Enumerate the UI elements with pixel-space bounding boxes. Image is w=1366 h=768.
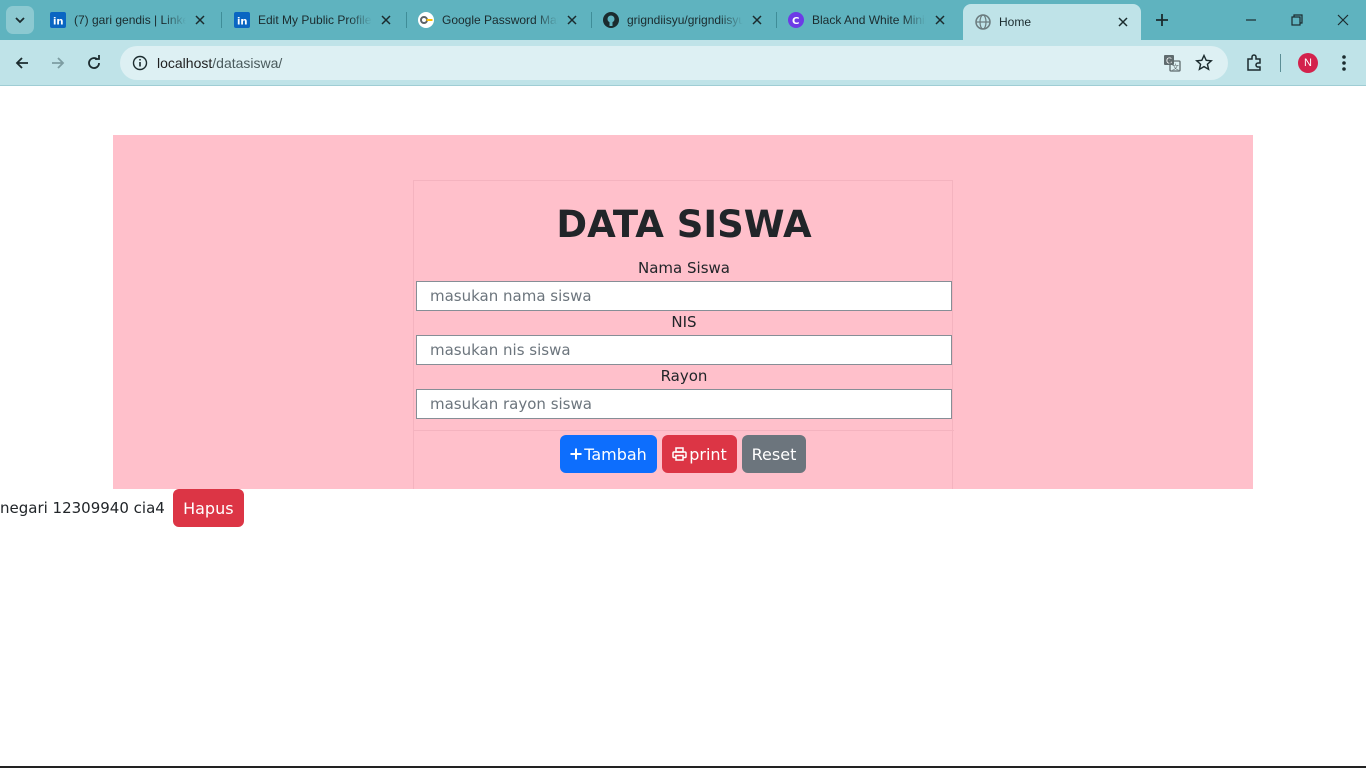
url-text[interactable]: localhost/datasiswa/ xyxy=(157,55,282,71)
tab-title: (7) gari gendis | LinkedIn xyxy=(74,13,186,27)
browser-tab[interactable]: grigndiisyu/grigndiisyu xyxy=(591,4,775,36)
page-title: DATA SISWA xyxy=(556,203,812,246)
tambah-button[interactable]: Tambah xyxy=(560,435,657,473)
browser-tab[interactable]: in Edit My Public Profile | LinkedIn xyxy=(222,4,404,36)
plus-icon xyxy=(570,448,582,460)
translate-icon[interactable]: G文 xyxy=(1160,51,1184,75)
linkedin-icon: in xyxy=(50,12,66,28)
form-card: DATA SISWA Nama Siswa NIS Rayon Tambah p… xyxy=(413,180,954,489)
url-path: /datasiswa/ xyxy=(212,55,283,71)
menu-kebab-icon[interactable] xyxy=(1328,47,1360,79)
minimize-icon xyxy=(1246,19,1256,21)
printer-icon xyxy=(672,447,687,461)
button-row-divider xyxy=(414,430,954,431)
page-viewport: DATA SISWA Nama Siswa NIS Rayon Tambah p… xyxy=(0,87,1366,766)
globe-icon xyxy=(975,14,991,30)
forward-button[interactable] xyxy=(42,47,74,79)
browser-tab[interactable]: Google Password Manager xyxy=(406,4,590,36)
print-button[interactable]: print xyxy=(662,435,737,473)
nama-siswa-label: Nama Siswa xyxy=(638,259,730,277)
nis-label: NIS xyxy=(671,313,697,331)
arrow-left-icon xyxy=(15,57,28,69)
restore-button[interactable] xyxy=(1274,0,1320,40)
arrow-right-icon xyxy=(52,57,65,69)
nama-siswa-input[interactable] xyxy=(416,281,952,311)
form-container: DATA SISWA Nama Siswa NIS Rayon Tambah p… xyxy=(113,135,1253,489)
svg-text:C: C xyxy=(792,16,799,27)
svg-text:文: 文 xyxy=(1172,63,1179,72)
hapus-button[interactable]: Hapus xyxy=(172,489,244,527)
svg-text:in: in xyxy=(53,17,64,28)
close-tab-icon[interactable] xyxy=(932,12,948,28)
url-host: localhost xyxy=(157,55,213,71)
close-window-button[interactable] xyxy=(1320,0,1366,40)
address-bar[interactable]: localhost/datasiswa/ G文 xyxy=(120,46,1228,80)
close-tab-icon[interactable] xyxy=(1115,14,1131,30)
reload-button[interactable] xyxy=(78,47,110,79)
browser-tab[interactable]: C Black And White Minimalist xyxy=(776,4,958,36)
tab-search-button[interactable] xyxy=(6,6,34,34)
plus-icon xyxy=(1156,14,1168,26)
tab-title: Home xyxy=(999,15,1032,29)
rayon-input[interactable] xyxy=(416,389,952,419)
back-button[interactable] xyxy=(6,47,38,79)
extensions-puzzle-icon[interactable] xyxy=(1238,47,1270,79)
print-button-label: print xyxy=(689,444,727,464)
github-icon xyxy=(603,12,619,28)
restore-icon xyxy=(1291,14,1303,26)
browser-tab-active[interactable]: Home xyxy=(963,4,1141,40)
tab-title: Black And White Minimalist xyxy=(812,13,926,27)
reload-icon xyxy=(88,55,100,69)
close-tab-icon[interactable] xyxy=(749,12,765,28)
site-info-icon[interactable] xyxy=(128,51,152,75)
tambah-button-label: Tambah xyxy=(584,444,647,464)
bookmark-star-icon[interactable] xyxy=(1192,51,1216,75)
reset-button[interactable]: Reset xyxy=(742,435,806,473)
record-text: negari 12309940 cia4 xyxy=(0,499,165,517)
tab-title: grigndiisyu/grigndiisyu xyxy=(627,13,743,27)
minimize-button[interactable] xyxy=(1228,0,1274,40)
chevron-down-icon xyxy=(15,17,25,24)
canva-icon: C xyxy=(788,12,804,28)
close-icon xyxy=(1337,14,1349,26)
list-item: negari 12309940 cia4 Hapus xyxy=(0,489,244,527)
browser-toolbar: localhost/datasiswa/ G文 N xyxy=(0,40,1366,86)
browser-tab[interactable]: in (7) gari gendis | LinkedIn xyxy=(38,4,218,36)
profile-avatar[interactable]: N xyxy=(1298,53,1318,73)
linkedin-icon: in xyxy=(234,12,250,28)
close-tab-icon[interactable] xyxy=(378,12,394,28)
browser-tabstrip: in (7) gari gendis | LinkedIn in Edit My… xyxy=(0,0,1366,40)
new-tab-button[interactable] xyxy=(1148,6,1176,34)
tab-title: Edit My Public Profile | LinkedIn xyxy=(258,13,372,27)
tab-title: Google Password Manager xyxy=(442,13,558,27)
nis-input[interactable] xyxy=(416,335,952,365)
close-tab-icon[interactable] xyxy=(564,12,580,28)
rayon-label: Rayon xyxy=(660,367,708,385)
close-tab-icon[interactable] xyxy=(192,12,208,28)
reset-button-label: Reset xyxy=(751,444,797,464)
google-password-icon xyxy=(418,12,434,28)
svg-text:in: in xyxy=(237,17,248,28)
toolbar-divider xyxy=(1280,54,1281,72)
